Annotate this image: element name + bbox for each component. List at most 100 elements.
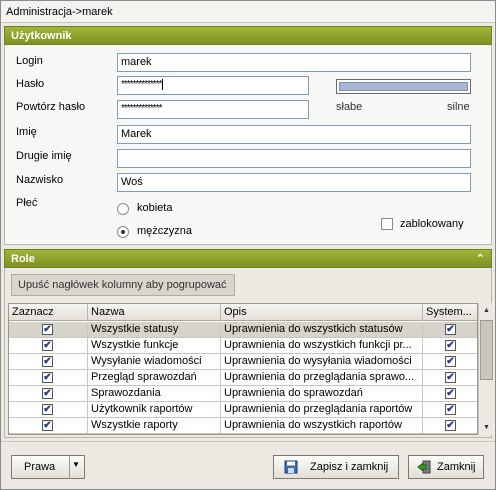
system-cell: ✔ xyxy=(423,418,477,434)
role-description-cell[interactable]: Uprawnienia do wszystkich statusów xyxy=(221,322,423,338)
table-row[interactable]: ✔ Wszystkie statusy Uprawnienia do wszystk… xyxy=(9,322,477,338)
gender-male-label[interactable]: mężczyzna xyxy=(137,225,192,237)
table-row[interactable]: ✔ Sprawozdania Uprawnienia do sprawozdań ✔ xyxy=(9,386,477,402)
column-header-select[interactable]: Zaznacz xyxy=(9,304,88,321)
role-name-cell[interactable]: Przegląd sprawozdań xyxy=(88,370,221,386)
login-field[interactable]: marek xyxy=(117,53,471,72)
row-select-checkbox[interactable]: ✔ xyxy=(42,404,53,415)
text-cursor: ​ xyxy=(162,79,164,90)
save-close-button[interactable]: Zapisz i zamknij xyxy=(273,455,399,479)
scroll-down-icon[interactable]: ▼ xyxy=(479,420,494,435)
user-panel-header: Użytkownik xyxy=(4,26,492,45)
second-name-label: Drugie imię xyxy=(16,150,72,162)
footer-bar: Prawa ▼ Zapisz i zamknij Zamknij xyxy=(1,441,495,489)
role-description-cell[interactable]: Uprawnienia do przeglądania raportów xyxy=(221,402,423,418)
role-name-cell[interactable]: Sprawozdania xyxy=(88,386,221,402)
scroll-up-icon[interactable]: ▲ xyxy=(479,303,494,318)
table-row[interactable]: ✔ Wszystkie raporty Uprawnienia do wszystk… xyxy=(9,418,477,434)
repeat-password-field[interactable]: ************** xyxy=(117,100,309,119)
system-cell: ✔ xyxy=(423,322,477,338)
role-name-cell[interactable]: Użytkownik raportów xyxy=(88,402,221,418)
strength-weak-label: słabe xyxy=(336,101,363,113)
gender-male-radio[interactable] xyxy=(117,226,129,238)
repeat-password-label: Powtórz hasło xyxy=(16,101,86,113)
blocked-label[interactable]: zablokowany xyxy=(400,218,464,230)
login-label: Login xyxy=(16,55,43,67)
save-close-label: Zapisz i zamknij xyxy=(310,461,389,473)
row-select-checkbox[interactable]: ✔ xyxy=(42,372,53,383)
close-button[interactable]: Zamknij xyxy=(408,455,484,479)
column-header-system[interactable]: System... xyxy=(423,304,477,321)
admin-window: Administracja->marek Użytkownik Login ma… xyxy=(0,0,496,490)
password-strength-meter xyxy=(336,79,471,94)
blocked-checkbox[interactable] xyxy=(381,218,393,230)
grid-header: Zaznacz Nazwa Opis System... xyxy=(9,304,477,321)
system-checkbox[interactable]: ✔ xyxy=(445,388,456,399)
system-cell: ✔ xyxy=(423,402,477,418)
scroll-thumb[interactable] xyxy=(480,320,493,380)
user-panel: Login marek Hasło **************​ Powtór… xyxy=(4,45,492,245)
chevron-down-icon[interactable]: ▼ xyxy=(72,460,80,469)
select-cell: ✔ xyxy=(9,418,88,434)
row-select-checkbox[interactable]: ✔ xyxy=(42,340,53,351)
gender-female-label[interactable]: kobieta xyxy=(137,202,172,214)
system-cell: ✔ xyxy=(423,354,477,370)
select-cell: ✔ xyxy=(9,402,88,418)
gender-female-radio[interactable] xyxy=(117,203,129,215)
password-label: Hasło xyxy=(16,78,45,90)
select-cell: ✔ xyxy=(9,370,88,386)
system-checkbox[interactable]: ✔ xyxy=(445,372,456,383)
column-header-description[interactable]: Opis xyxy=(221,304,423,321)
row-select-checkbox[interactable]: ✔ xyxy=(42,420,53,431)
first-name-label: Imię xyxy=(16,126,37,138)
system-cell: ✔ xyxy=(423,370,477,386)
role-panel-title: Role xyxy=(11,253,35,265)
password-value: ************** xyxy=(121,79,162,90)
table-row[interactable]: ✔ Przegląd sprawozdań Uprawnienia do przeg… xyxy=(9,370,477,386)
table-row[interactable]: ✔ Wysyłanie wiadomości Uprawnienia do wysy… xyxy=(9,354,477,370)
role-name-cell[interactable]: Wszystkie funkcje xyxy=(88,338,221,354)
role-description-cell[interactable]: Uprawnienia do wszystkich raportów xyxy=(221,418,423,434)
row-select-checkbox[interactable]: ✔ xyxy=(42,324,53,335)
first-name-field[interactable]: Marek xyxy=(117,125,471,144)
role-description-cell[interactable]: Uprawnienia do sprawozdań xyxy=(221,386,423,402)
row-select-checkbox[interactable]: ✔ xyxy=(42,388,53,399)
system-checkbox[interactable]: ✔ xyxy=(445,340,456,351)
gender-label: Płeć xyxy=(16,197,38,209)
role-description-cell[interactable]: Uprawnienia do wszystkich funkcji pr... xyxy=(221,338,423,354)
group-by-area[interactable]: Upuść nagłówek kolumny aby pogrupować xyxy=(11,274,235,296)
password-field[interactable]: **************​ xyxy=(117,76,309,95)
role-description-cell[interactable]: Uprawnienia do przeglądania sprawo... xyxy=(221,370,423,386)
rights-button[interactable]: Prawa ▼ xyxy=(11,455,85,479)
window-title: Administracja->marek xyxy=(1,1,495,23)
select-cell: ✔ xyxy=(9,338,88,354)
grid-scrollbar[interactable]: ▲ ▼ xyxy=(478,303,493,435)
double-chevron-up-icon[interactable]: ⌃ xyxy=(476,252,485,265)
table-row[interactable]: ✔ Użytkownik raportów Uprawnienia do przeg… xyxy=(9,402,477,418)
surname-label: Nazwisko xyxy=(16,174,64,186)
role-name-cell[interactable]: Wszystkie statusy xyxy=(88,322,221,338)
surname-field[interactable]: Woś xyxy=(117,173,471,192)
table-row[interactable]: ✔ Wszystkie funkcje Uprawnienia do wszystk… xyxy=(9,338,477,354)
system-checkbox[interactable]: ✔ xyxy=(445,356,456,367)
save-disk-icon xyxy=(284,460,298,474)
select-cell: ✔ xyxy=(9,322,88,338)
role-panel: Upuść nagłówek kolumny aby pogrupować Za… xyxy=(4,268,493,438)
strength-strong-label: silne xyxy=(447,101,470,113)
column-header-name[interactable]: Nazwa xyxy=(88,304,221,321)
role-panel-header: Role ⌃ xyxy=(4,249,492,268)
role-name-cell[interactable]: Wysyłanie wiadomości xyxy=(88,354,221,370)
close-label: Zamknij xyxy=(437,461,476,473)
system-checkbox[interactable]: ✔ xyxy=(445,324,456,335)
system-cell: ✔ xyxy=(423,386,477,402)
role-description-cell[interactable]: Uprawnienia do wysyłania wiadomości xyxy=(221,354,423,370)
system-cell: ✔ xyxy=(423,338,477,354)
role-name-cell[interactable]: Wszystkie raporty xyxy=(88,418,221,434)
user-panel-title: Użytkownik xyxy=(11,30,72,42)
split-divider xyxy=(69,456,70,478)
select-cell: ✔ xyxy=(9,386,88,402)
second-name-field[interactable] xyxy=(117,149,471,168)
system-checkbox[interactable]: ✔ xyxy=(445,404,456,415)
row-select-checkbox[interactable]: ✔ xyxy=(42,356,53,367)
system-checkbox[interactable]: ✔ xyxy=(445,420,456,431)
